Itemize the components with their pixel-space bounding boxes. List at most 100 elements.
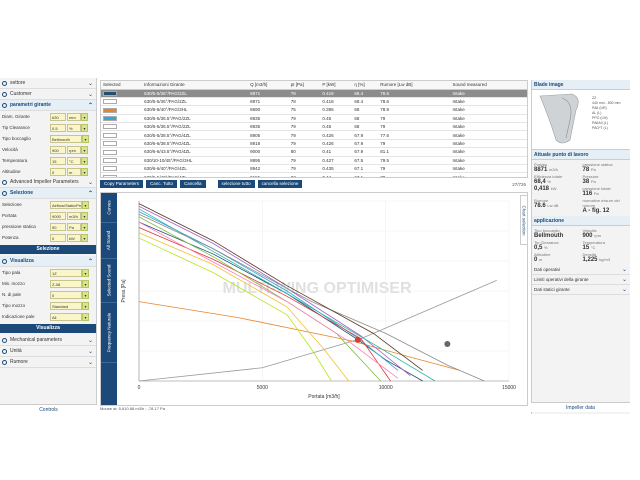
chart-selection-tab[interactable]: Chart selection [520,195,528,245]
unit-select[interactable]: kW [67,233,81,242]
link-dati-statici[interactable]: Dati statici girante ⌄ [532,285,630,295]
link-limiti-operativi[interactable]: Limiti operativi della girante ⌄ [532,275,630,285]
color-swatch[interactable] [103,90,117,96]
section-visualizza[interactable]: Visualizza ⌃ [0,256,96,267]
table-row[interactable]: 630/5-5/38.5°/PAG/4ZL 8905 79 0.426 67.9 77.6… [101,130,527,140]
temperatura-input[interactable]: 15 [50,156,66,165]
table-row[interactable]: 630/10-10/45°/PAG/3HL 8895 79 0.427 67.5 79.5… [101,156,527,166]
controls-footer-tab[interactable]: Controls [0,404,97,414]
portata-input[interactable]: 9000 [50,211,66,220]
section-mechanical[interactable]: Mechanical parameters ⌄ [0,335,96,346]
color-swatch[interactable] [103,124,117,130]
selezione-button[interactable]: Selezione [0,245,96,254]
color-swatch[interactable] [103,174,117,177]
performance-chart[interactable]: MULTI-WING OPTIMISER 0 5000 10000 15000Port… [117,193,527,405]
unit-select[interactable]: mm [67,112,81,121]
tab-all-sound[interactable]: All Sound [101,223,117,259]
table-row[interactable]: 630/8-8/40°/PAG/3HL 8690 75 0.395 68 78.9 Inta… [101,105,527,115]
tab-selected-sound[interactable]: Selected Sound [101,259,117,303]
col-p[interactable]: P [kW] [320,81,353,90]
dropdown-icon[interactable]: ▾ [81,112,88,121]
table-row[interactable]: 630/5-5/36°/PAG/2ZL 8871 78 0.418 68.4 78.6 In… [101,89,527,98]
chevron-down-icon[interactable]: ⌄ [88,91,93,98]
chevron-up-icon[interactable]: ⌃ [88,102,93,109]
table-row[interactable]: 630/6-6/38.5°/PAG/4ZL 8918 79 0.426 67.9 79 In… [101,139,527,149]
tipo-mozzo-select[interactable]: Standard [50,301,82,310]
dropdown-icon[interactable]: ▾ [82,134,89,143]
section-settore[interactable]: settore ⌄ [0,78,96,89]
selezione-select[interactable]: Airflow/Static/Pressure [50,200,82,209]
color-swatch[interactable] [103,132,117,138]
blade-image-header[interactable]: Blade image [532,80,630,90]
tipo-pala-select[interactable]: 1Z [50,268,82,277]
chevron-down-icon[interactable]: ⌄ [88,348,93,355]
operating-point-header[interactable]: Attuale punto di lavoro [532,150,630,160]
copy-parameters-button[interactable]: Copy Parameters [100,180,144,188]
table-row[interactable]: 630/6-6/40°/PAG/4ZL 8942 79 0.435 67.1 79 Inta… [101,164,527,174]
section-customer[interactable]: Customer ⌄ [0,89,96,100]
mis-mozzo-select[interactable]: Z-08 [50,279,82,288]
chevron-down-icon[interactable]: ⌄ [88,179,93,186]
select-all-button[interactable]: selezione tutto [217,180,255,188]
col-selected[interactable]: Selected [101,81,143,90]
color-swatch[interactable] [103,107,117,113]
chevron-up-icon[interactable]: ⌃ [88,258,93,265]
tab-curves[interactable]: Curves [101,193,117,223]
unit-select[interactable]: m [67,167,81,176]
unit-select[interactable]: m3/h [67,211,81,220]
color-swatch[interactable] [103,141,117,147]
color-swatch[interactable] [103,149,117,155]
cancel-all-button[interactable]: Canc. Tutto [146,180,178,188]
col-noise[interactable]: Rumore [Lw dB] [378,81,451,90]
section-rumore[interactable]: Rumore ⌄ [0,357,96,368]
n-pale-select[interactable]: 0 [50,290,82,299]
color-swatch[interactable] [103,99,117,105]
section-unita[interactable]: Unità ⌄ [0,346,96,357]
tipo-boccaglio-select[interactable]: Bellmouth [50,134,82,143]
dropdown-icon[interactable]: ▾ [82,279,89,288]
col-sound[interactable]: Sound measured [450,81,527,90]
chevron-down-icon[interactable]: ⌄ [88,80,93,87]
dropdown-icon[interactable]: ▾ [82,290,89,299]
visualizza-button[interactable]: Visualizza [0,324,96,333]
unit-select[interactable]: °C [67,156,81,165]
dropdown-icon[interactable]: ▾ [82,301,89,310]
unit-select[interactable]: Pa [67,222,81,231]
impeller-data-footer-tab[interactable]: Impeller data [531,402,630,412]
dropdown-icon[interactable]: ▾ [82,268,89,277]
table-row[interactable]: 630/5-5/40°/PAG/4ZL 9155 83 0.44 67.1 78 Intak… [101,172,527,177]
table-row[interactable]: 630/6-6/43.5°/PAG/4ZL 9000 80 0.41 67.9 81.1 I… [101,147,527,157]
table-row[interactable]: 630/5-5/36.5°/PAG/2ZL 8935 79 0.45 68 79 Intak… [101,122,527,132]
link-dati-operativi[interactable]: Dati operativi ⌄ [532,265,630,275]
velocita-input[interactable]: 900 [50,145,66,154]
dropdown-icon[interactable]: ▾ [81,167,88,176]
col-eff[interactable]: η [%] [352,81,379,90]
dropdown-icon[interactable]: ▾ [81,222,88,231]
section-selezione[interactable]: Selezione ⌃ [0,188,96,199]
section-parametri-girante[interactable]: parametri girante ⌃ [0,100,96,111]
diam-girante-input[interactable]: 630 [50,112,66,121]
table-row[interactable]: 630/5-5/36°/PAG/2ZL 8871 78 0.418 68.4 78.6 In… [101,97,527,107]
dropdown-icon[interactable]: ▾ [81,145,88,154]
col-pt[interactable]: pt [Pa] [288,81,321,90]
color-swatch[interactable] [103,157,117,163]
indicazione-pale-select[interactable]: All [50,312,82,321]
section-advanced[interactable]: Advanced Impeller Parameters ⌄ [0,177,96,188]
altitudine-input[interactable]: 0 [50,167,66,176]
tab-frequency[interactable]: Frequency Naturale [101,303,117,363]
tip-clearance-input[interactable]: 0.5 [50,123,66,132]
dropdown-icon[interactable]: ▾ [81,156,88,165]
pressione-statica-input[interactable]: 90 [50,222,66,231]
unit-select[interactable]: % [67,123,81,132]
dropdown-icon[interactable]: ▾ [81,123,88,132]
chevron-up-icon[interactable]: ⌃ [88,190,93,197]
dropdown-icon[interactable]: ▾ [82,200,89,209]
dropdown-icon[interactable]: ▾ [81,233,88,242]
dropdown-icon[interactable]: ▾ [81,211,88,220]
potenza-input[interactable]: 0 [50,233,66,242]
application-header[interactable]: applicazione [532,216,630,226]
chevron-down-icon[interactable]: ⌄ [88,337,93,344]
cancella-button[interactable]: Cancella [180,180,206,188]
col-q[interactable]: Q [m3/h] [248,81,289,90]
color-swatch[interactable] [103,116,117,122]
